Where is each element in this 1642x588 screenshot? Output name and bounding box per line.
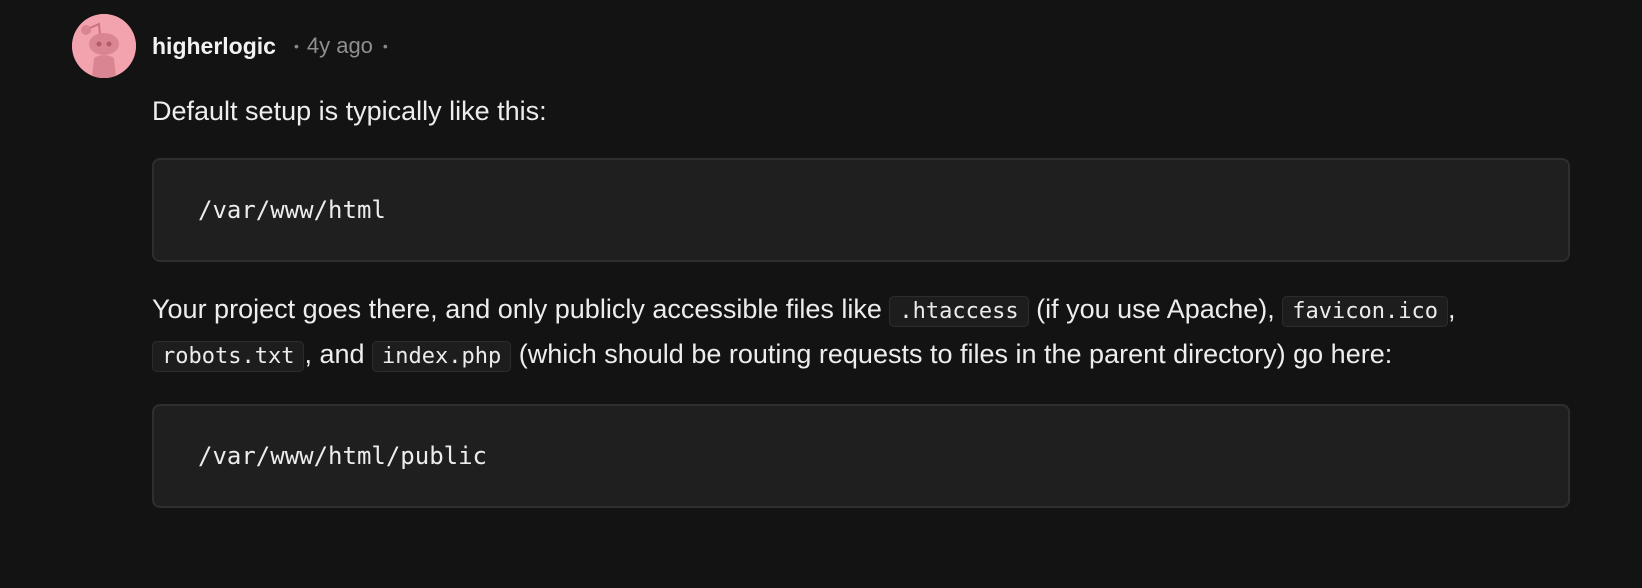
text-segment: (if you use Apache), [1028, 294, 1283, 324]
separator-dot: • [293, 38, 299, 54]
comment-header: higherlogic • 4y ago • [72, 14, 1572, 78]
inline-code-index: index.php [372, 341, 512, 372]
username[interactable]: higherlogic [152, 33, 276, 60]
inline-code-htaccess: .htaccess [889, 296, 1029, 327]
inline-code-favicon: favicon.ico [1282, 296, 1448, 327]
comment: higherlogic • 4y ago • Default setup is … [72, 14, 1572, 534]
code-block-public: /var/www/html/public [152, 404, 1570, 508]
snoo-avatar-icon [72, 14, 136, 78]
separator-dot-trailing: • [382, 38, 388, 54]
text-segment: , [1447, 294, 1456, 324]
intro-paragraph: Default setup is typically like this: [152, 96, 547, 126]
code-block-html-root: /var/www/html [152, 158, 1570, 262]
inline-code-robots: robots.txt [152, 341, 305, 372]
text-segment: (which should be routing requests to fil… [511, 339, 1393, 369]
comment-body: Default setup is typically like this: /v… [152, 90, 1572, 508]
avatar[interactable] [72, 14, 136, 78]
explanation-paragraph: Your project goes there, and only public… [152, 288, 1572, 378]
text-segment: Your project goes there, and only public… [152, 294, 890, 324]
timestamp[interactable]: 4y ago [307, 33, 373, 59]
text-segment: , and [304, 339, 373, 369]
